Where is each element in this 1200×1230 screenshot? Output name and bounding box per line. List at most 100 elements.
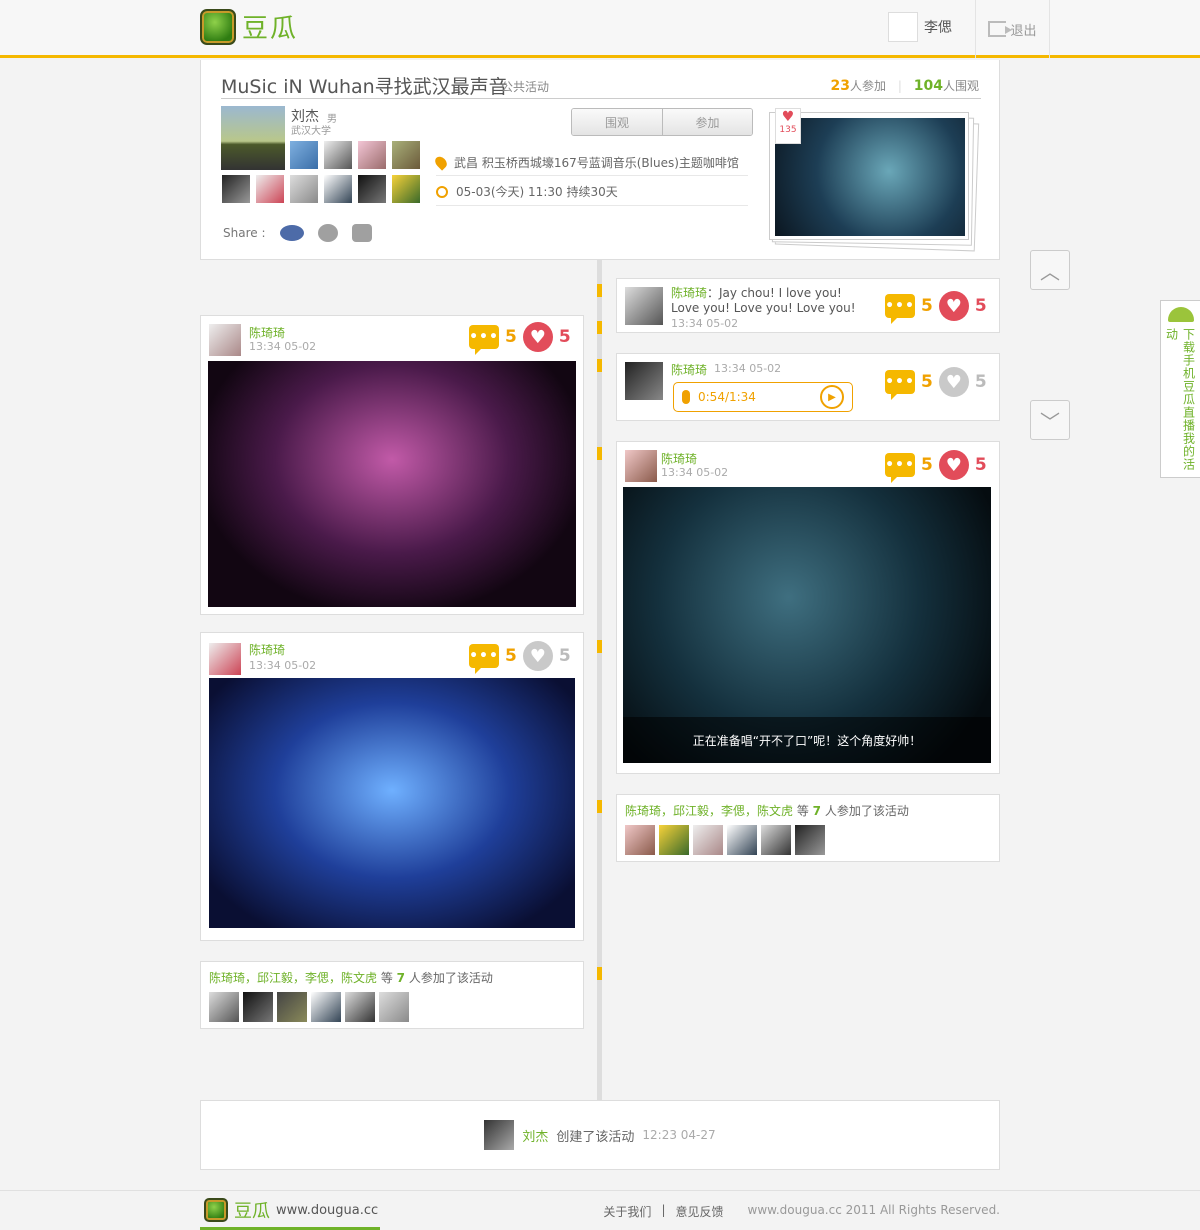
comment-count: 5 [921,372,933,392]
timeline-marker [597,284,602,297]
photo-post[interactable]: 陈琦琦 13:34 05-02 ••• 5 ♥ 5 [200,632,584,941]
joined-avatar[interactable] [693,825,723,855]
participant-avatar[interactable] [289,140,319,170]
participant-avatar[interactable] [221,174,251,204]
feedback-link[interactable]: 意见反馈 [675,1203,723,1220]
joined-avatar[interactable] [277,992,307,1022]
post-photo[interactable]: 正在准备唱“开不了口”呢！这个角度好帅！ [623,487,991,763]
post-photo[interactable] [208,361,576,607]
scroll-up-button[interactable]: ︿ [1030,250,1070,290]
poster-like-badge[interactable]: ♥ 135 [775,108,801,144]
joined-names[interactable]: 陈琦琦，邱江毅，李偲，陈文虎 [625,804,793,818]
post-avatar[interactable] [209,324,241,356]
participant-avatar[interactable] [255,174,285,204]
joined-avatar[interactable] [243,992,273,1022]
joined-count: 7 [396,971,406,985]
microphone-icon [682,390,690,404]
heart-icon[interactable]: ♥ [938,450,969,480]
comment-icon[interactable]: ••• [469,644,499,674]
creator-name[interactable]: 刘杰 [522,1126,548,1145]
comment-icon[interactable]: ••• [885,453,915,483]
scroll-down-button[interactable]: ﹀ [1030,400,1070,440]
comment-icon[interactable]: ••• [469,325,499,355]
post-avatar[interactable] [209,643,241,675]
post-photo[interactable] [209,678,575,928]
footer: 豆瓜 www.dougua.cc 关于我们 | 意见反馈 www.dougua.… [0,1190,1200,1230]
photo-post[interactable]: 陈琦琦 13:34 05-02 ••• 5 ♥ 5 正在准备唱“开不了口”呢！这… [616,441,1000,774]
weibo-share-icon[interactable] [317,224,338,242]
footer-logo[interactable]: 豆瓜 www.dougua.cc [204,1197,378,1223]
comment-icon[interactable]: ••• [885,294,915,324]
host-photo[interactable] [221,106,285,170]
creator-avatar[interactable] [484,1120,515,1150]
event-poster[interactable]: ♥ 135 [769,108,980,252]
joined-tail: 人参加了该活动 [821,804,909,818]
location-pin-icon [432,154,450,171]
text-post[interactable]: 陈琦琦：Jay chou! I love you! Love you! Love… [616,278,1000,333]
heart-icon[interactable]: ♥ [522,641,553,671]
heart-icon[interactable]: ♥ [938,291,969,321]
user-menu[interactable]: 李偲 [888,12,952,42]
event-title: MuSic iN Wuhan寻找武汉最声音 [221,76,508,98]
post-author[interactable]: 陈琦琦 [249,324,285,341]
joined-names[interactable]: 陈琦琦，邱江毅，李偲，陈文虎 [209,971,377,985]
participant-avatar[interactable] [323,174,353,204]
joined-avatar[interactable] [345,992,375,1022]
join-button[interactable]: 参加 [662,109,752,135]
joined-text: 陈琦琦，邱江毅，李偲，陈文虎 等 7 人参加了该活动 [625,802,909,819]
post-avatar[interactable] [625,362,663,400]
joined-avatar[interactable] [795,825,825,855]
renren-share-icon[interactable] [279,225,304,241]
joined-avatar[interactable] [727,825,757,855]
participant-avatar[interactable] [391,140,421,170]
share-label: Share : [223,226,266,240]
about-link[interactable]: 关于我们 [603,1203,651,1220]
like-count: 5 [974,455,987,475]
heart-icon: ♥ [781,109,795,125]
heart-icon[interactable]: ♥ [522,322,553,352]
joined-post: 陈琦琦，邱江毅，李偲，陈文虎 等 7 人参加了该活动 [200,961,584,1029]
play-icon[interactable]: ▶ [820,385,844,409]
post-author[interactable]: 陈琦琦 [671,286,707,300]
joined-avatar[interactable] [379,992,409,1022]
post-author[interactable]: 陈琦琦 [661,450,697,467]
joined-avatar[interactable] [311,992,341,1022]
photo-post[interactable]: 陈琦琦 13:34 05-02 ••• 5 ♥ 5 [200,315,584,615]
watch-button[interactable]: 围观 [572,109,662,135]
logout-button[interactable]: 退出 [975,0,1050,58]
heart-icon[interactable]: ♥ [938,367,969,397]
joined-count: 23 [830,78,851,94]
joined-avatars [625,825,825,855]
logo[interactable]: 豆瓜 [200,8,298,45]
participant-avatar[interactable] [289,174,319,204]
android-icon [1167,307,1194,323]
title-divider [221,98,981,99]
joined-avatar[interactable] [209,992,239,1022]
post-time: 13:34 05-02 [661,466,729,479]
joined-avatar[interactable] [761,825,791,855]
chevron-down-icon: ﹀ [1040,409,1060,434]
footer-links: 关于我们 | 意见反馈 www.dougua.cc 2011 All Right… [603,1203,1000,1220]
joined-avatar[interactable] [625,825,655,855]
joined-avatar[interactable] [659,825,689,855]
logo-icon [200,8,236,45]
created-notice: 刘杰 创建了该活动 12:23 04-27 [200,1100,1000,1170]
post-avatar[interactable] [625,450,657,482]
post-time: 13:34 05-02 [714,362,782,375]
post-author[interactable]: 陈琦琦 [671,361,707,378]
footer-logo-icon [204,1198,228,1222]
user-avatar[interactable] [888,12,918,42]
participant-avatar[interactable] [391,174,421,204]
facebook-share-icon[interactable] [351,224,372,242]
android-download[interactable]: 下载手机豆瓜直播我的活动 [1160,300,1200,478]
audio-post[interactable]: 陈琦琦 13:34 05-02 0:54/1:34 ▶ ••• 5 ♥ 5 [616,353,1000,421]
comment-icon[interactable]: ••• [885,370,915,400]
participant-avatar[interactable] [357,174,387,204]
post-avatar[interactable] [625,287,663,325]
time-text: 05-03(今天) 11:30 持续30天 [456,185,618,199]
audio-player[interactable]: 0:54/1:34 ▶ [673,382,853,412]
participant-avatar[interactable] [357,140,387,170]
participant-avatar[interactable] [323,140,353,170]
user-name[interactable]: 李偲 [924,17,952,37]
post-author[interactable]: 陈琦琦 [249,641,285,658]
